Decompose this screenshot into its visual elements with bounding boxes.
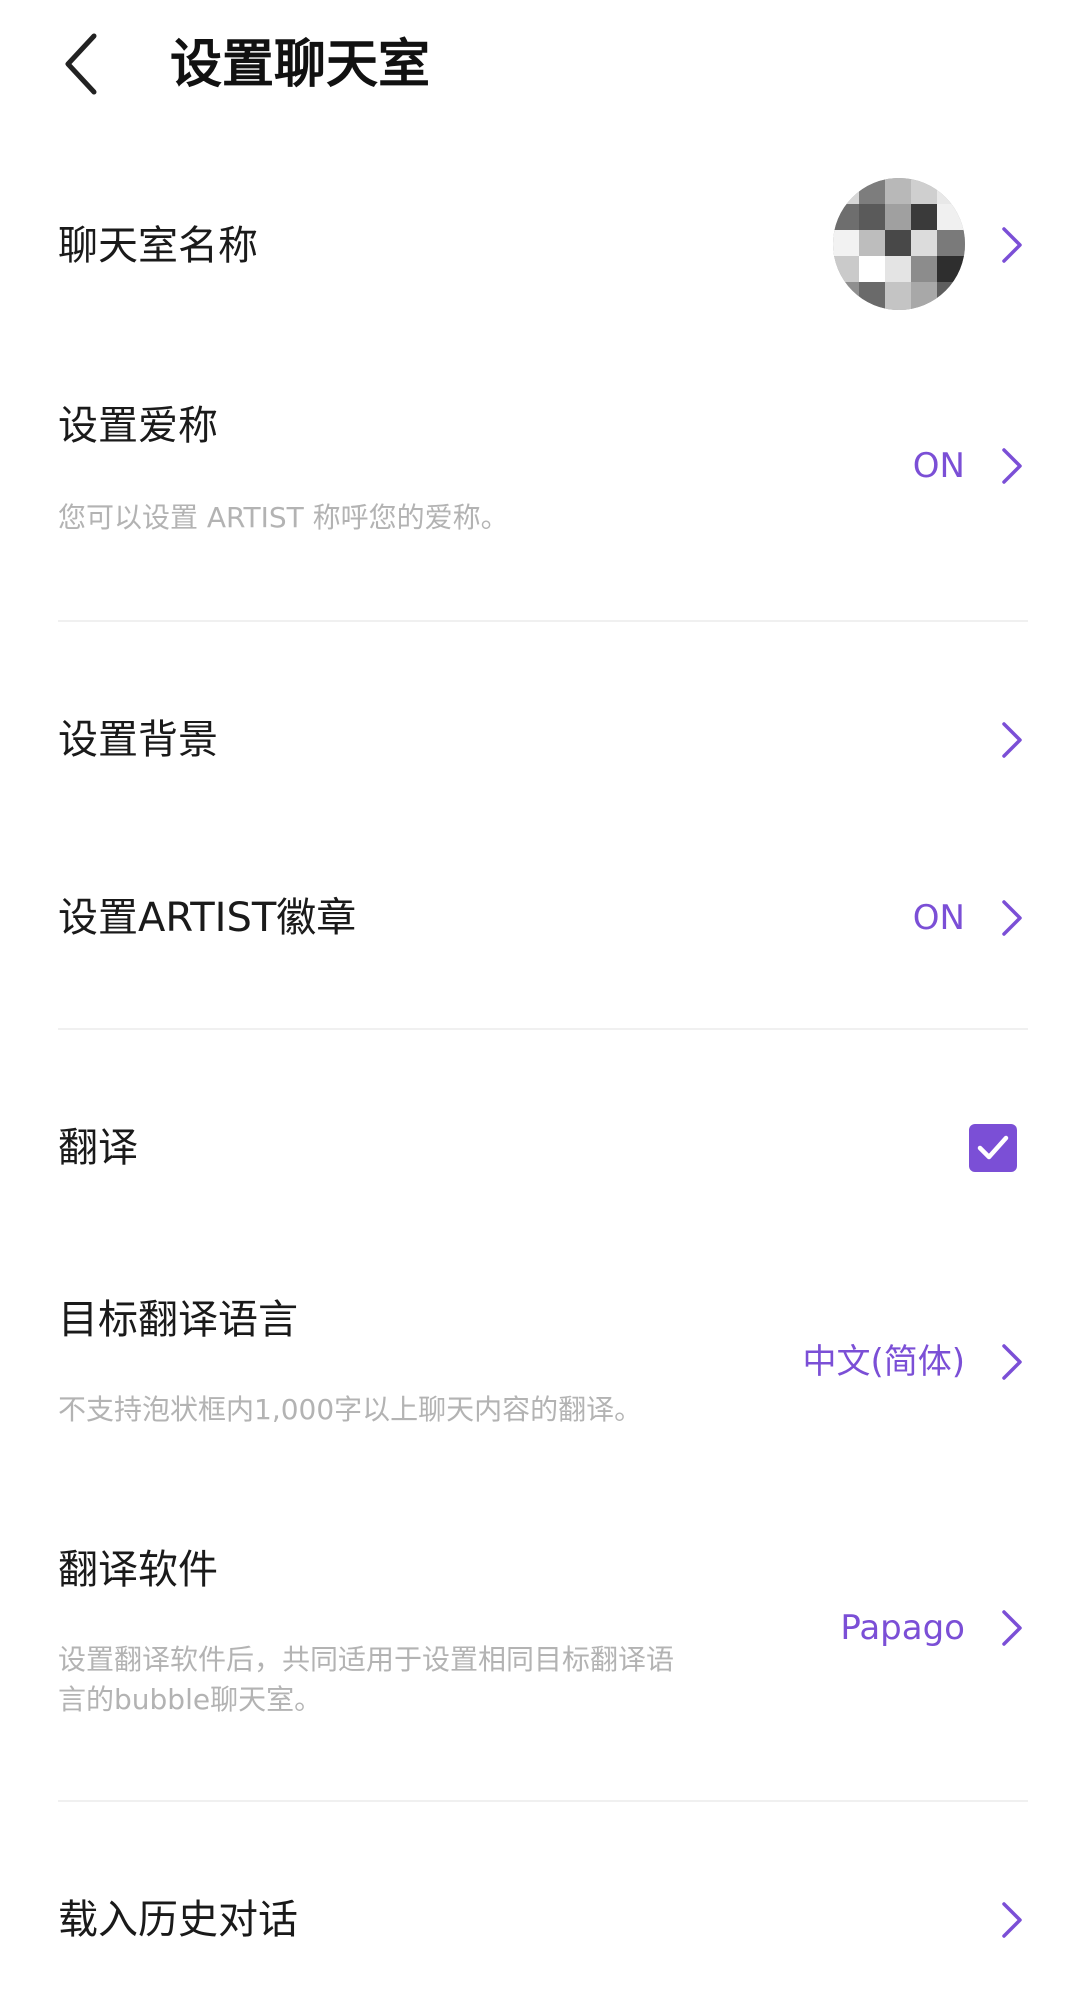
nickname-status: ON — [912, 446, 965, 486]
page-title: 设置聊天室 — [170, 35, 431, 95]
nickname-label: 设置爱称 — [58, 403, 218, 449]
artist-badge-status: ON — [912, 898, 965, 938]
translator-description-line2: 言的bubble聊天室。 — [58, 1683, 323, 1716]
header: 设置聊天室 — [0, 0, 1080, 130]
chevron-right-icon — [1002, 722, 1022, 758]
row-target-language[interactable]: 目标翻译语言 不支持泡状框内1,000字以上聊天内容的翻译。 中文(简体) — [0, 1282, 1080, 1452]
translator-value: Papago — [840, 1608, 965, 1648]
load-history-label: 载入历史对话 — [58, 1897, 298, 1943]
chevron-right-icon — [1002, 1344, 1022, 1380]
row-translate[interactable]: 翻译 — [0, 1108, 1080, 1188]
row-nickname[interactable]: 设置爱称 您可以设置 ARTIST 称呼您的爱称。 ON — [0, 390, 1080, 560]
translator-description-line1: 设置翻译软件后，共同适用于设置相同目标翻译语 — [58, 1643, 675, 1676]
section-divider — [58, 1028, 1028, 1030]
target-language-description: 不支持泡状框内1,000字以上聊天内容的翻译。 — [58, 1393, 643, 1426]
row-artist-badge[interactable]: 设置ARTIST徽章 ON — [0, 878, 1080, 958]
section-divider — [58, 1800, 1028, 1802]
target-language-label: 目标翻译语言 — [58, 1297, 298, 1343]
chevron-right-icon — [1002, 227, 1022, 263]
chevron-right-icon — [1002, 900, 1022, 936]
translator-label: 翻译软件 — [58, 1547, 218, 1593]
room-avatar — [833, 178, 965, 310]
chevron-left-icon — [65, 33, 97, 95]
target-language-value: 中文(简体) — [802, 1342, 965, 1382]
room-name-label: 聊天室名称 — [58, 223, 258, 269]
section-divider — [58, 620, 1028, 622]
background-label: 设置背景 — [58, 717, 218, 763]
nickname-description: 您可以设置 ARTIST 称呼您的爱称。 — [58, 501, 509, 534]
check-icon — [977, 1135, 1009, 1160]
translate-label: 翻译 — [58, 1125, 138, 1171]
pixelated-avatar-image — [833, 178, 965, 310]
chevron-right-icon — [1002, 448, 1022, 484]
back-button[interactable] — [52, 28, 116, 100]
row-background[interactable]: 设置背景 — [0, 700, 1080, 780]
artist-badge-label: 设置ARTIST徽章 — [58, 895, 357, 941]
row-load-history[interactable]: 载入历史对话 — [0, 1880, 1080, 1960]
chevron-right-icon — [1002, 1902, 1022, 1938]
row-translator[interactable]: 翻译软件 设置翻译软件后，共同适用于设置相同目标翻译语 言的bubble聊天室。… — [0, 1536, 1080, 1736]
row-room-name[interactable]: 聊天室名称 — [0, 170, 1080, 320]
translate-checkbox[interactable] — [969, 1124, 1017, 1172]
chevron-right-icon — [1002, 1610, 1022, 1646]
